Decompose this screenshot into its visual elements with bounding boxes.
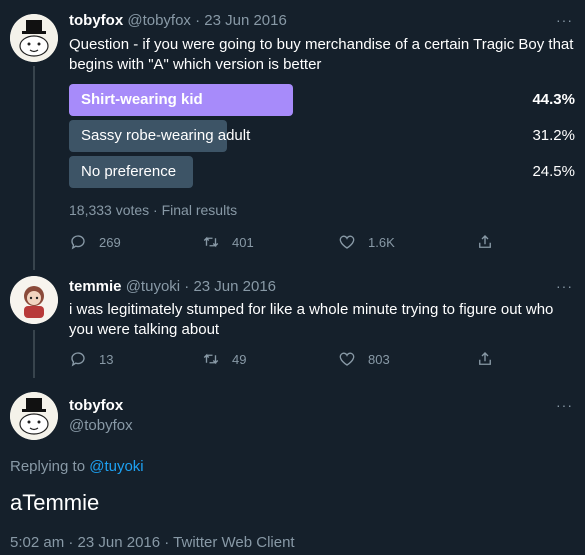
dog-avatar-icon: [10, 14, 58, 62]
thread-line: [33, 330, 35, 378]
poll-option-label: Sassy robe-wearing adult: [81, 127, 251, 144]
tweet-text-line2: you were talking about: [69, 321, 220, 338]
author-handle-date[interactable]: @tuyoki · 23 Jun 2016: [126, 278, 276, 295]
poll-option-label: Shirt-wearing kid: [81, 91, 203, 108]
poll-option: Shirt-wearing kid 44.3%: [69, 84, 575, 116]
like-count: 1.6K: [368, 234, 395, 250]
avatar-tobyfox[interactable]: [10, 14, 58, 62]
replying-to-label: Replying to: [10, 458, 90, 475]
share-icon: [479, 352, 491, 365]
like-button[interactable]: 1.6K: [338, 233, 395, 251]
author-name[interactable]: tobyfox: [69, 12, 123, 29]
tweet-text-line1: Question - if you were going to buy merc…: [69, 36, 574, 53]
replying-to: Replying to @tuyoki: [10, 458, 144, 475]
heart-icon: [339, 235, 355, 249]
retweet-button[interactable]: 49: [202, 350, 246, 368]
reply-button[interactable]: 269: [69, 233, 121, 251]
dog-avatar-icon: [10, 392, 58, 440]
author-handle-date[interactable]: @tobyfox · 23 Jun 2016: [127, 12, 287, 29]
author-name[interactable]: tobyfox: [69, 397, 123, 414]
reply-button[interactable]: 13: [69, 350, 113, 368]
more-options-button[interactable]: ···: [556, 278, 573, 294]
retweet-button[interactable]: 401: [202, 233, 254, 251]
more-options-button[interactable]: ···: [556, 12, 573, 28]
heart-icon: [339, 352, 355, 366]
share-button[interactable]: [476, 233, 506, 251]
poll-summary: 18,333 votes · Final results: [69, 202, 238, 218]
tweet-timestamp[interactable]: 5:02 am · 23 Jun 2016 · Twitter Web Clie…: [10, 534, 295, 551]
poll-option-percent: 44.3%: [532, 91, 575, 108]
reply-count: 13: [99, 351, 114, 367]
poll-option-percent: 31.2%: [532, 127, 575, 144]
main-tweet-text: aTemmie: [10, 490, 100, 515]
thread-line: [33, 66, 35, 270]
poll-option: No preference 24.5%: [69, 156, 575, 188]
like-button[interactable]: 803: [338, 350, 390, 368]
author-name[interactable]: temmie: [69, 278, 122, 295]
reply-icon: [71, 235, 85, 250]
retweet-count: 49: [232, 351, 247, 367]
like-count: 803: [368, 351, 390, 367]
tweet-text-line1: i was legitimately stumped for like a wh…: [69, 301, 554, 318]
retweet-count: 401: [232, 234, 254, 250]
poll-option-percent: 24.5%: [532, 163, 575, 180]
character-avatar-icon: [10, 276, 58, 324]
retweet-icon: [203, 353, 219, 365]
retweet-icon: [203, 236, 219, 248]
replying-to-handle[interactable]: @tuyoki: [89, 458, 143, 475]
avatar-temmie[interactable]: [10, 276, 58, 324]
share-button[interactable]: [476, 350, 506, 368]
tweet-text-line2: begins with "A" which version is better: [69, 56, 322, 73]
share-icon: [479, 235, 491, 248]
reply-count: 269: [99, 234, 121, 250]
poll-option-label: No preference: [81, 163, 177, 180]
poll-option: Sassy robe-wearing adult 31.2%: [69, 120, 575, 152]
more-options-button[interactable]: ···: [556, 397, 573, 413]
avatar-tobyfox[interactable]: [10, 392, 58, 440]
reply-icon: [71, 352, 85, 367]
author-handle[interactable]: @tobyfox: [69, 417, 133, 434]
